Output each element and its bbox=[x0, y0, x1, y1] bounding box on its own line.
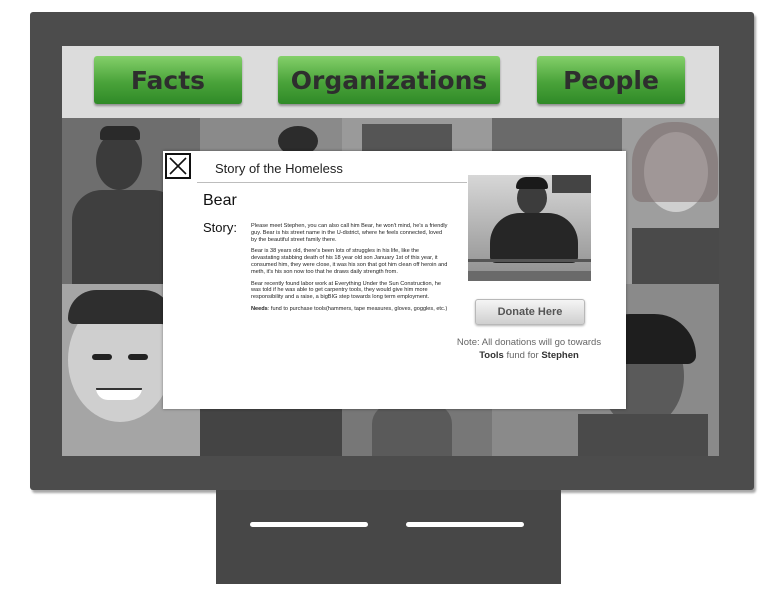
facts-button[interactable]: Facts bbox=[94, 56, 242, 104]
organizations-button[interactable]: Organizations bbox=[278, 56, 500, 104]
story-paragraph: Bear recently found labor work at Everyt… bbox=[251, 280, 441, 301]
person-photo-5[interactable] bbox=[622, 118, 719, 284]
person-portrait bbox=[468, 175, 591, 281]
person-name: Bear bbox=[203, 192, 237, 209]
stand-slot-right bbox=[406, 522, 524, 527]
donation-note-line-1: Note: All donations will go towards bbox=[456, 337, 602, 348]
story-text: Please meet Stephen, you can also call h… bbox=[251, 223, 449, 318]
close-x-icon bbox=[169, 157, 187, 175]
needs-paragraph: Needs: fund to purchase tools(hammers, t… bbox=[251, 306, 449, 313]
story-modal: Story of the Homeless Bear Story: Please… bbox=[163, 151, 626, 409]
top-nav: Facts Organizations People bbox=[62, 46, 719, 118]
monitor-stand bbox=[216, 490, 561, 584]
stand-slot-left bbox=[250, 522, 368, 527]
needs-label: Needs bbox=[251, 305, 268, 312]
story-paragraph: Bear is 38 years old, there's been lots … bbox=[251, 248, 448, 275]
needs-text: : fund to purchase tools(hammers, tape m… bbox=[267, 305, 448, 312]
close-button[interactable] bbox=[165, 153, 191, 179]
modal-title: Story of the Homeless bbox=[215, 161, 343, 176]
people-button[interactable]: People bbox=[537, 56, 685, 104]
beneficiary-name: Stephen bbox=[541, 350, 579, 361]
fund-name: Tools bbox=[479, 350, 504, 361]
donation-note: Note: All donations will go towards Tool… bbox=[445, 336, 613, 362]
title-divider bbox=[197, 182, 467, 183]
donate-button[interactable]: Donate Here bbox=[475, 299, 585, 325]
donation-note-line-2: Tools fund for Stephen bbox=[445, 349, 613, 362]
story-label: Story: bbox=[203, 220, 237, 235]
story-paragraph: Please meet Stephen, you can also call h… bbox=[251, 223, 448, 243]
note-middle-text: fund for bbox=[503, 350, 542, 361]
